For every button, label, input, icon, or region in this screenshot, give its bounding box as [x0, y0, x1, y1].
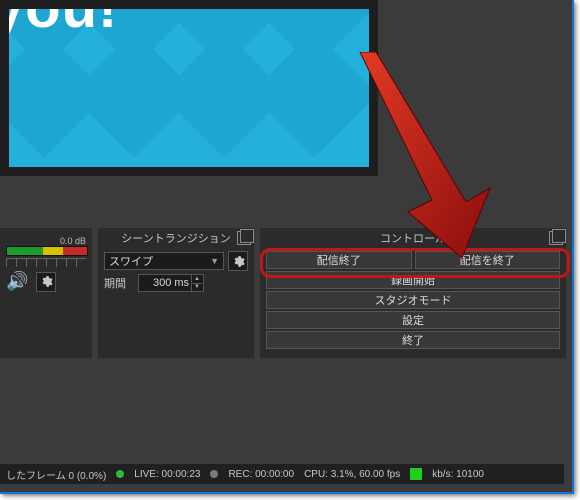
- status-cpu: CPU: 3.1%, 60.00 fps: [304, 469, 400, 480]
- window-edge-bottom: [0, 492, 574, 494]
- exit-button[interactable]: 終了: [266, 331, 560, 349]
- transition-select[interactable]: スワイプ ▼: [104, 252, 224, 270]
- speaker-icon[interactable]: 🔊: [6, 271, 28, 292]
- stop-stream-button[interactable]: 配信終了: [266, 251, 412, 269]
- audio-ticks: [6, 258, 86, 267]
- status-rec: REC: 00:00:00: [228, 469, 294, 480]
- popout-icon[interactable]: [237, 231, 251, 245]
- window-edge-right: [572, 0, 574, 494]
- controls-panel: コントロール 配信終了 配信を終了 録画開始 スタジオモード 設定 終了: [260, 228, 566, 358]
- end-stream-button[interactable]: 配信を終了: [415, 251, 561, 269]
- mixer-settings-button[interactable]: [36, 272, 56, 292]
- live-dot-icon: [116, 470, 124, 478]
- gear-icon: [232, 255, 245, 268]
- mixer-db-value: 0.0 dB: [6, 236, 86, 246]
- rec-dot-icon: [210, 470, 218, 478]
- transitions-panel: シーントランジション スワイプ ▼ 期間: [98, 228, 254, 358]
- transition-settings-button[interactable]: [228, 251, 248, 271]
- preview-area[interactable]: Thank you!: [0, 0, 378, 176]
- duration-value: 300 ms: [153, 277, 189, 289]
- start-record-button[interactable]: 録画開始: [266, 271, 560, 289]
- status-kbps: kb/s: 10100: [432, 469, 484, 480]
- duration-label: 期間: [104, 275, 134, 291]
- transition-selected: スワイプ: [109, 253, 153, 269]
- status-dropped-frames: したフレーム 0 (0.0%): [6, 467, 106, 482]
- status-bar: したフレーム 0 (0.0%) LIVE: 00:00:23 REC: 00:0…: [0, 464, 564, 484]
- settings-button[interactable]: 設定: [266, 311, 560, 329]
- chevron-down-icon: ▼: [210, 256, 219, 266]
- transitions-title: シーントランジション: [121, 230, 230, 246]
- popout-icon[interactable]: [549, 231, 563, 245]
- stepper-up-icon[interactable]: ▲: [191, 275, 202, 283]
- stream-health-icon: [410, 468, 422, 480]
- transition-duration-input[interactable]: 300 ms ▲▼: [138, 274, 204, 292]
- stepper-down-icon[interactable]: ▼: [191, 283, 202, 292]
- gear-icon: [40, 275, 53, 288]
- audio-meter: [6, 246, 88, 256]
- status-live: LIVE: 00:00:23: [134, 469, 200, 480]
- controls-title: コントロール: [380, 230, 446, 246]
- mixer-panel: 0.0 dB 🔊: [0, 228, 92, 358]
- preview-text: Thank you!: [9, 9, 118, 41]
- obs-window: Thank you! 0.0 dB 🔊: [0, 0, 572, 492]
- studio-mode-button[interactable]: スタジオモード: [266, 291, 560, 309]
